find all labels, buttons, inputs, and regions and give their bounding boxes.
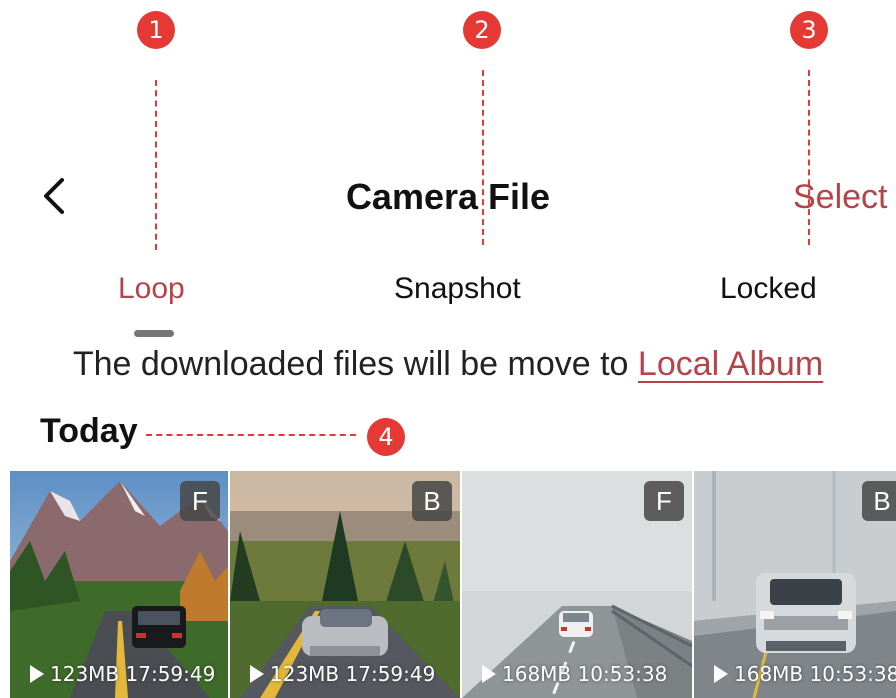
file-meta: 123MB 17:59:49: [250, 662, 435, 686]
callout-marker-3: 3: [790, 11, 828, 49]
file-size: 123MB: [50, 662, 120, 686]
file-time: 10:53:38: [809, 662, 896, 686]
file-time: 10:53:38: [577, 662, 668, 686]
notice-text: The downloaded files will be move to: [72, 345, 638, 383]
file-size: 168MB: [734, 662, 804, 686]
camera-badge: F: [644, 481, 684, 521]
local-album-link[interactable]: Local Album: [638, 345, 823, 383]
video-thumbnail[interactable]: F 168MB 10:53:38: [462, 471, 692, 698]
play-icon: [714, 665, 728, 683]
callout-line-2: [482, 70, 484, 245]
file-time: 17:59:49: [125, 662, 216, 686]
file-size: 123MB: [270, 662, 340, 686]
download-notice: The downloaded files will be move to Loc…: [0, 345, 896, 384]
file-meta: 168MB 10:53:38: [482, 662, 667, 686]
tab-locked[interactable]: Locked: [720, 272, 817, 306]
callout-marker-4: 4: [367, 418, 405, 456]
file-meta: 123MB 17:59:49: [30, 662, 215, 686]
callout-line-3: [808, 70, 810, 245]
select-button[interactable]: Select: [793, 178, 888, 217]
callout-marker-2: 2: [463, 11, 501, 49]
play-icon: [30, 665, 44, 683]
file-size: 168MB: [502, 662, 572, 686]
callout-line-1: [155, 80, 157, 250]
play-icon: [250, 665, 264, 683]
video-thumbnail[interactable]: B 168MB 10:53:38: [694, 471, 896, 698]
callout-line-4: [146, 434, 356, 436]
file-time: 17:59:49: [345, 662, 436, 686]
video-thumbnail[interactable]: F 123MB 17:59:49: [10, 471, 228, 698]
section-title-today: Today: [40, 412, 138, 450]
camera-badge: B: [412, 481, 452, 521]
camera-badge: F: [180, 481, 220, 521]
tab-loop[interactable]: Loop: [118, 272, 185, 306]
tab-snapshot[interactable]: Snapshot: [394, 272, 521, 306]
camera-badge: B: [862, 481, 896, 521]
video-thumbnail[interactable]: B 123MB 17:59:49: [230, 471, 460, 698]
play-icon: [482, 665, 496, 683]
active-tab-indicator: [134, 330, 174, 337]
file-meta: 168MB 10:53:38: [714, 662, 896, 686]
page-title: Camera File: [345, 176, 551, 217]
callout-marker-1: 1: [137, 11, 175, 49]
